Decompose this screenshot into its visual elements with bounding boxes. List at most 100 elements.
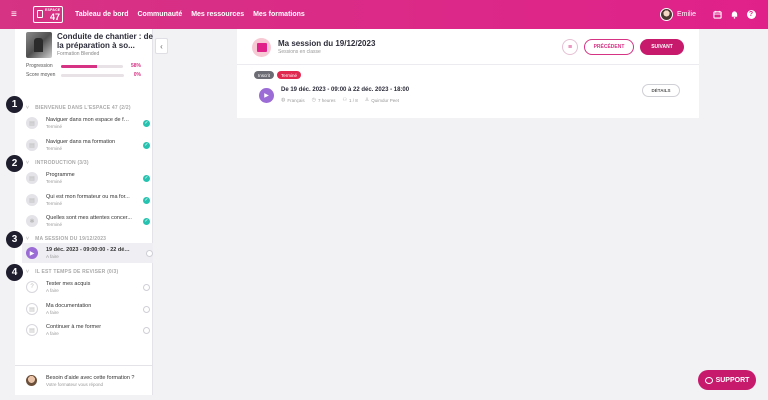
details-button[interactable]: DÉTAILS [642, 84, 680, 97]
support-button[interactable]: SUPPORT [698, 370, 756, 390]
empty-circle-icon [143, 326, 150, 334]
item-status: A faire [46, 288, 59, 293]
bell-icon[interactable] [729, 10, 739, 20]
help-icon[interactable]: ? [746, 10, 756, 20]
list-item-active[interactable]: ▶ 19 déc. 2023 - 09:00:00 - 22 déc. 2...… [22, 243, 153, 263]
star-icon: ✱ [26, 215, 38, 227]
document-icon: ▤ [26, 194, 38, 206]
meta-duration: 7 heures [318, 97, 336, 103]
user-avatar[interactable] [659, 8, 673, 21]
document-icon: ▤ [26, 172, 38, 184]
empty-circle-icon [143, 305, 150, 313]
score-metric: Score moyen 0% [15, 72, 152, 78]
event-datetime: De 19 déc. 2023 - 09:00 à 22 déc. 2023 -… [281, 87, 410, 93]
item-status: Terminé [46, 201, 63, 206]
session-subtitle: Sessions en classe [278, 49, 321, 55]
logo-number: 47 [49, 11, 60, 22]
list-item[interactable]: ▤ Naviguer dans ma formation Terminé ✓ [26, 135, 150, 155]
list-item[interactable]: ▤ Programme Terminé ✓ [26, 168, 150, 188]
step-marker-2: 2 [6, 155, 23, 172]
video-icon: ▶ [259, 88, 274, 103]
previous-button[interactable]: PRÉCÉDENT [584, 39, 634, 55]
list-item[interactable]: ? Tester mes acquis A faire [26, 277, 150, 297]
step-marker-1: 1 [6, 96, 23, 113]
users-icon: ⚇ [342, 97, 348, 103]
item-status: A faire [46, 331, 59, 336]
progress-value: 58% [131, 63, 142, 69]
list-item[interactable]: ▤ Continuer à me former A faire [26, 320, 150, 340]
calendar-icon[interactable] [712, 10, 722, 20]
tag-termine: Terminé [277, 71, 302, 79]
chevron-down-icon: ˅ [26, 105, 30, 111]
globe-icon: ◍ [281, 97, 286, 103]
video-icon: ▶ [26, 247, 38, 259]
list-item[interactable]: ▤ Qui est mon formateur ou ma for... Term… [26, 190, 150, 210]
collapse-sidebar-button[interactable]: ‹ [155, 38, 168, 54]
check-icon: ✓ [143, 174, 150, 182]
calendar-icon [252, 38, 271, 57]
trainer-avatar [26, 375, 37, 386]
item-status: Terminé [46, 124, 63, 129]
item-title: Programme [46, 172, 75, 178]
course-sidebar: Conduite de chantier : de la préparation… [15, 29, 153, 395]
chevron-down-icon: ˅ [26, 160, 30, 166]
nav-communaute[interactable]: Communauté [138, 11, 183, 18]
chevron-down-icon: ˅ [26, 236, 30, 242]
espace47-logo[interactable]: ESPACE 47 [33, 6, 63, 23]
clock-icon: ◷ [311, 97, 317, 103]
next-button[interactable]: SUIVANT [640, 39, 684, 55]
help-box[interactable]: Besoin d'aide avec cette formation ? Vot… [15, 365, 152, 395]
step-marker-4: 4 [6, 264, 23, 281]
progress-label: Progression [26, 63, 53, 69]
item-title: Naviguer dans mon espace de for... [46, 117, 132, 123]
check-icon: ✓ [143, 196, 150, 204]
nav-mes-ressources[interactable]: Mes ressources [191, 11, 244, 18]
top-bar: ≡ ESPACE 47 Tableau de bord Communauté M… [0, 0, 768, 29]
section-header-introduction[interactable]: ˅ INTRODUCTION (3/3) [26, 160, 89, 166]
page-icon: ▤ [26, 139, 38, 151]
question-icon: ? [26, 281, 38, 293]
empty-circle-icon [146, 249, 153, 257]
help-title: Besoin d'aide avec cette formation ? [46, 374, 135, 381]
section-header-ma-session[interactable]: ˅ MA SESSION DU 19/12/2023 [26, 236, 106, 242]
item-title: Naviguer dans ma formation [46, 139, 116, 145]
user-icon: ♙ [364, 97, 370, 103]
progress-metric: Progression 58% [15, 63, 152, 69]
meta-seats: 1 / 8 [349, 97, 358, 103]
course-type: Formation Blended [57, 51, 100, 57]
tag-inscrit: Inscrit [254, 71, 275, 79]
page-icon: ▤ [26, 117, 38, 129]
meta-trainer: Quimdur Peet [371, 97, 400, 103]
nav-mes-formations[interactable]: Mes formations [253, 11, 305, 18]
nav-tableau-de-bord[interactable]: Tableau de bord [75, 11, 129, 18]
hamburger-menu-icon[interactable]: ≡ [11, 9, 23, 20]
item-title: Quelles sont mes attentes concer... [46, 215, 132, 221]
chat-bubble-icon [704, 376, 713, 384]
item-status: A faire [46, 310, 59, 315]
section-header-bienvenue[interactable]: ˅ BIENVENUE DANS L'ESPACE 47 (2/2) [26, 105, 131, 111]
course-thumbnail [26, 32, 52, 58]
check-icon: ✓ [143, 217, 150, 225]
item-title: Ma documentation [46, 303, 92, 309]
list-icon: ≡ [567, 43, 573, 51]
session-title: Ma session du 19/12/2023 [278, 39, 376, 48]
list-menu-button[interactable]: ≡ [562, 39, 578, 55]
main-nav: Tableau de bord Communauté Mes ressource… [75, 11, 312, 18]
section-header-reviser[interactable]: ˅ IL EST TEMPS DE REVISER (0/3) [26, 269, 118, 275]
session-header: Ma session du 19/12/2023 Sessions en cla… [237, 29, 699, 65]
item-title: Continuer à me former [46, 324, 102, 330]
list-item[interactable]: ▤ Naviguer dans mon espace de for... Term… [26, 113, 150, 133]
progress-bar [60, 64, 123, 68]
list-item[interactable]: ✱ Quelles sont mes attentes concer... Ter… [26, 211, 150, 231]
user-name[interactable]: Emilie [677, 11, 696, 18]
support-label: SUPPORT [715, 376, 750, 384]
document-icon: ▤ [26, 303, 38, 315]
item-title: Qui est mon formateur ou ma for... [46, 194, 130, 200]
score-value: 0% [133, 72, 141, 78]
score-bar [61, 73, 124, 77]
step-marker-3: 3 [6, 231, 23, 248]
item-status: Terminé [46, 146, 63, 151]
score-label: Score moyen [26, 72, 56, 78]
book-icon: ▤ [26, 324, 38, 336]
list-item[interactable]: ▤ Ma documentation A faire [26, 299, 150, 319]
